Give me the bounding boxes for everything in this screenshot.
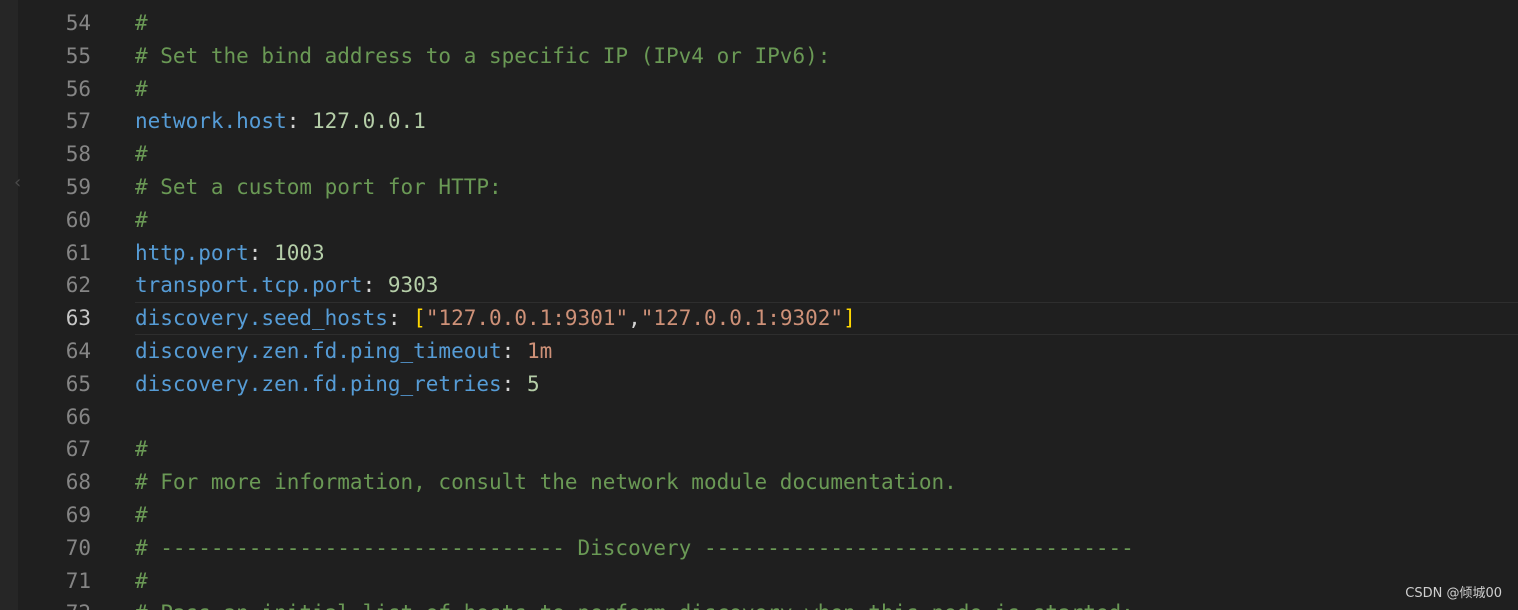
line-number: 59 <box>65 174 91 199</box>
token-bracket: [ <box>413 306 426 331</box>
code-text: # <box>135 204 148 237</box>
token-key: discovery.seed_hosts <box>135 306 388 331</box>
code-line[interactable]: 56 # <box>0 73 1518 106</box>
code-line[interactable]: 55 # Set the bind address to a specific I… <box>0 40 1518 73</box>
line-number: 63 <box>65 306 91 331</box>
token-punct: , <box>628 306 641 331</box>
code-text: network.host: 127.0.0.1 <box>135 105 426 138</box>
code-line[interactable]: 65 discovery.zen.fd.ping_retries: 5 <box>0 368 1518 401</box>
code-text: discovery.zen.fd.ping_timeout: 1m <box>135 335 552 368</box>
token-comment: # <box>135 142 148 167</box>
code-line[interactable]: 63 discovery.seed_hosts: ["127.0.0.1:9301… <box>0 302 1518 335</box>
code-line[interactable]: 68 # For more information, consult the ne… <box>0 466 1518 499</box>
token-key: discovery.zen.fd.ping_retries <box>135 371 502 396</box>
line-number: 64 <box>65 338 91 363</box>
code-text: # <box>135 499 148 532</box>
code-text: discovery.zen.fd.ping_retries: 5 <box>135 368 540 401</box>
code-line[interactable]: 57 network.host: 127.0.0.1 <box>0 105 1518 138</box>
line-number: 71 <box>65 568 91 593</box>
code-line[interactable]: 67 # <box>0 433 1518 466</box>
code-text: # Pass an initial list of hosts to perfo… <box>135 597 1134 610</box>
code-editor[interactable]: ‹ 54 #55 # Set the bind address to a speci… <box>0 0 1518 610</box>
line-number: 66 <box>65 404 91 429</box>
line-number: 58 <box>65 142 91 167</box>
code-text: transport.tcp.port: 9303 <box>135 269 438 302</box>
token-num: 9303 <box>387 273 439 298</box>
token-key: http.port <box>135 240 249 265</box>
line-number: 54 <box>65 11 91 35</box>
token-num: 1003 <box>274 240 325 265</box>
token-punct: : <box>286 109 313 134</box>
line-number: 69 <box>65 502 91 527</box>
token-comment: # -------------------------------- Disco… <box>135 535 1134 560</box>
code-line[interactable]: 58 # <box>0 138 1518 171</box>
code-text: # <box>135 433 148 466</box>
token-str: 1m <box>526 338 553 363</box>
watermark: CSDN @倾城00 <box>1405 586 1502 601</box>
code-line[interactable]: 61 http.port: 1003 <box>0 237 1518 270</box>
code-text: # <box>135 7 148 40</box>
code-lines: 54 #55 # Set the bind address to a specifi… <box>0 7 1518 610</box>
line-number: 70 <box>65 535 91 560</box>
token-str: "127.0.0.1:9302" <box>640 306 844 331</box>
token-comment: # <box>135 11 148 35</box>
token-comment: # <box>135 207 148 232</box>
line-number: 60 <box>65 207 91 232</box>
line-number: 67 <box>65 437 91 462</box>
code-text: # <box>135 138 148 171</box>
token-punct: : <box>248 240 275 265</box>
token-comment: # <box>135 437 148 462</box>
token-punct: : <box>362 273 388 298</box>
token-num: 127.0.0.1 <box>312 109 426 134</box>
token-comment: # Set a custom port for HTTP: <box>135 174 502 199</box>
token-comment: # For more information, consult the netw… <box>135 470 957 495</box>
code-line[interactable]: 72 # Pass an initial list of hosts to per… <box>0 597 1518 610</box>
code-text: http.port: 1003 <box>135 237 325 270</box>
code-line[interactable]: 59 # Set a custom port for HTTP: <box>0 171 1518 204</box>
token-key: network.host <box>135 109 287 134</box>
code-line[interactable]: 66 <box>0 401 1518 434</box>
line-number: 68 <box>65 470 91 495</box>
line-number: 56 <box>65 76 91 101</box>
code-text: discovery.seed_hosts: ["127.0.0.1:9301",… <box>135 302 856 335</box>
line-number: 57 <box>65 109 91 134</box>
code-text: # Set a custom port for HTTP: <box>135 171 502 204</box>
code-line[interactable]: 70 # -------------------------------- Dis… <box>0 532 1518 565</box>
code-line[interactable]: 71 # <box>0 565 1518 598</box>
code-text: # -------------------------------- Disco… <box>135 532 1134 565</box>
token-punct: : <box>501 371 527 396</box>
code-text: # <box>135 73 148 106</box>
token-num: 5 <box>526 371 540 396</box>
token-comment: # <box>135 568 148 593</box>
line-number: 55 <box>65 43 91 68</box>
token-key: transport.tcp.port <box>135 273 363 298</box>
token-comment: # <box>135 76 148 101</box>
line-number: 61 <box>65 240 91 265</box>
line-number: 72 <box>38 597 91 610</box>
token-bracket: ] <box>843 306 856 331</box>
code-line[interactable]: 54 # <box>0 7 1518 40</box>
line-number: 65 <box>65 371 91 396</box>
token-comment: # Pass an initial list of hosts to perfo… <box>135 601 1134 610</box>
token-key: discovery.zen.fd.ping_timeout <box>135 338 502 363</box>
code-text: # For more information, consult the netw… <box>135 466 957 499</box>
code-line[interactable]: 69 # <box>0 499 1518 532</box>
line-number: 62 <box>65 273 91 298</box>
token-punct: : <box>387 306 414 331</box>
code-line[interactable]: 60 # <box>0 204 1518 237</box>
code-text: # <box>135 565 148 598</box>
code-line[interactable]: 62 transport.tcp.port: 9303 <box>0 269 1518 302</box>
token-punct: : <box>501 338 527 363</box>
code-text: # Set the bind address to a specific IP … <box>135 40 830 73</box>
code-line[interactable]: 64 discovery.zen.fd.ping_timeout: 1m <box>0 335 1518 368</box>
token-str: "127.0.0.1:9301" <box>425 306 629 331</box>
token-comment: # <box>135 502 148 527</box>
token-comment: # Set the bind address to a specific IP … <box>135 43 831 68</box>
